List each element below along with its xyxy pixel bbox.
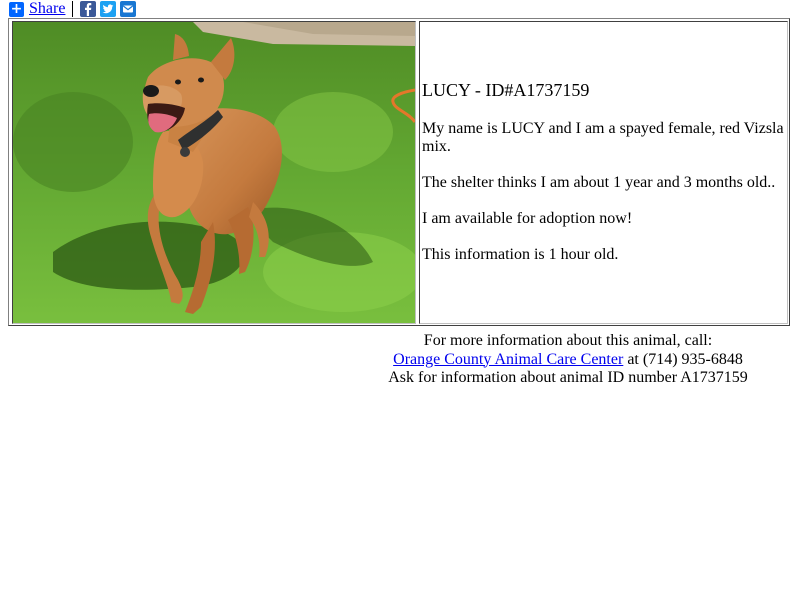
info-freshness: This information is 1 hour old. <box>422 246 619 263</box>
animal-info-cell: LUCY - ID#A1737159 My name is LUCY and I… <box>419 21 788 324</box>
share-link[interactable]: Share <box>29 0 65 18</box>
dog-photo-image <box>13 22 415 323</box>
twitter-icon[interactable] <box>100 1 117 17</box>
plus-icon[interactable]: + <box>9 1 24 17</box>
shelter-link[interactable]: Orange County Animal Care Center <box>393 351 623 368</box>
facebook-icon[interactable] <box>80 1 97 17</box>
animal-title: LUCY - ID#A1737159 <box>422 80 590 100</box>
shelter-phone: at (714) 935-6848 <box>623 350 743 368</box>
share-divider <box>72 1 74 17</box>
contact-intro: For more information about this animal, … <box>423 332 713 349</box>
animal-intro: My name is LUCY and I am a spayed female… <box>422 120 784 155</box>
share-toolbar: + Share <box>9 0 140 18</box>
animal-age: The shelter thinks I am about 1 year and… <box>422 174 776 191</box>
contact-id-note: Ask for information about animal ID numb… <box>388 369 748 386</box>
animal-photo <box>12 21 416 324</box>
animal-availability: I am available for adoption now! <box>422 210 633 227</box>
contact-line: Orange County Animal Care Center at (714… <box>360 351 776 370</box>
animal-table: LUCY - ID#A1737159 My name is LUCY and I… <box>8 18 790 326</box>
email-icon[interactable] <box>120 1 137 17</box>
animal-info: LUCY - ID#A1737159 My name is LUCY and I… <box>422 80 784 282</box>
contact-info: For more information about this animal, … <box>360 332 776 388</box>
